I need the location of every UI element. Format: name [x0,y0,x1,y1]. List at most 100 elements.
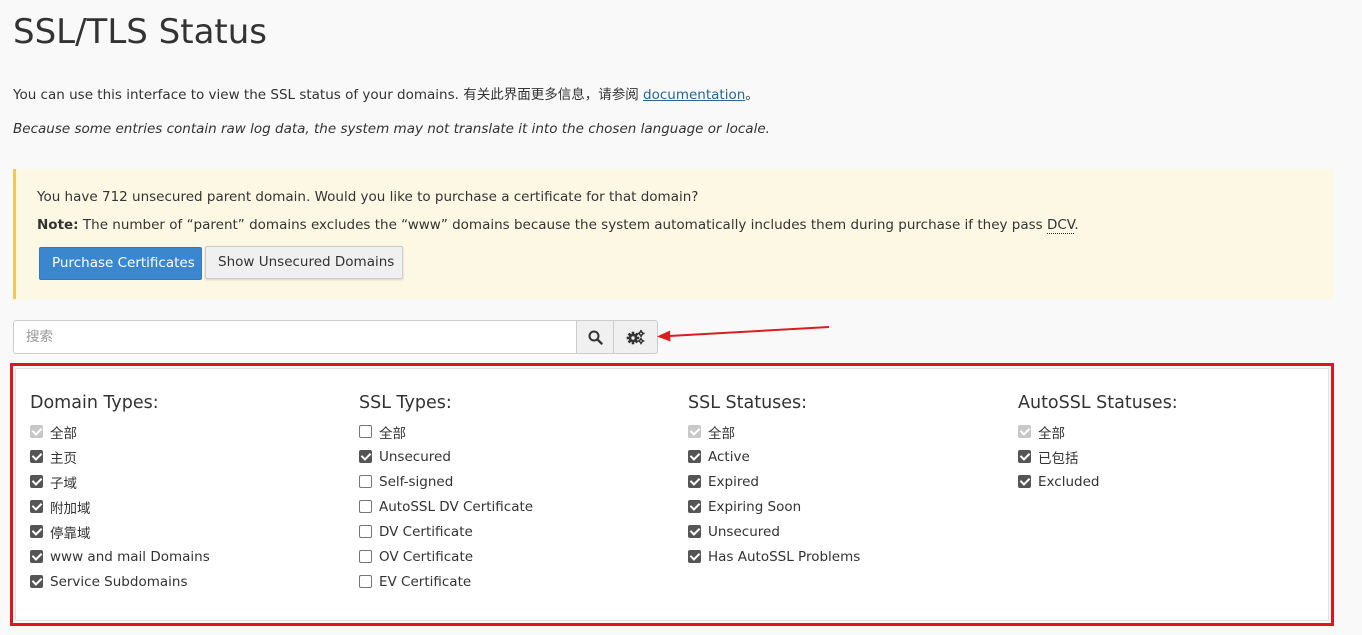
checkbox [30,450,43,463]
checkbox [359,575,372,588]
checkbox [688,450,701,463]
ssl-statuses-group: SSL Statuses: 全部 Active Expired Expiring… [688,393,860,569]
intro-text: You can use this interface to view the S… [13,83,759,103]
checkbox [30,575,43,588]
domain-type-option[interactable]: 附加域 [30,494,210,519]
ssl-status-option[interactable]: Unsecured [688,519,860,544]
checkbox [688,475,701,488]
option-label: 全部 [1038,425,1065,442]
checkbox [688,525,701,538]
domain-type-option[interactable]: 全部 [30,419,210,444]
autossl-status-option[interactable]: 已包括 [1018,444,1178,469]
autossl-statuses-group: AutoSSL Statuses: 全部 已包括 Excluded [1018,393,1178,494]
documentation-link[interactable]: documentation [643,87,745,103]
ssl-type-option[interactable]: AutoSSL DV Certificate [359,494,533,519]
option-label: Has AutoSSL Problems [708,548,861,565]
ssl-type-option[interactable]: EV Certificate [359,569,533,594]
checkbox [1018,425,1031,438]
ssl-status-option[interactable]: Expiring Soon [688,494,860,519]
intro-text-end: 。 [745,87,759,103]
option-label: OV Certificate [379,548,474,565]
page-title: SSL/TLS Status [13,12,268,52]
search-bar [13,320,658,354]
red-arrow-annotation [657,326,830,342]
checkbox [30,550,43,563]
gears-icon [626,329,645,345]
domain-types-group: Domain Types: 全部 主页 子域 附加域 停靠域 www and m… [30,393,210,594]
search-button[interactable] [576,320,614,354]
alert-note-text: The number of “parent” domains excludes … [78,217,1047,233]
ssl-status-option[interactable]: Active [688,444,860,469]
checkbox [688,500,701,513]
ssl-types-group: SSL Types: 全部 Unsecured Self-signed Auto… [359,393,533,594]
ssl-statuses-heading: SSL Statuses: [688,393,808,413]
domain-type-option[interactable]: Service Subdomains [30,569,210,594]
option-label: Active [708,448,750,465]
option-label: Self-signed [379,473,454,490]
option-label: EV Certificate [379,573,472,590]
alert-note: Note: The number of “parent” domains exc… [37,217,1079,234]
option-label: Expiring Soon [708,498,802,515]
option-label: 主页 [50,450,77,467]
alert-note-end: . [1074,217,1079,233]
option-label: Unsecured [708,523,780,540]
ssl-type-option[interactable]: OV Certificate [359,544,533,569]
option-label: 已包括 [1038,450,1079,467]
checkbox [30,475,43,488]
domain-type-option[interactable]: 主页 [30,444,210,469]
option-label: Expired [708,473,759,490]
option-label: 全部 [708,425,735,442]
checkbox [1018,450,1031,463]
ssl-status-option[interactable]: 全部 [688,419,860,444]
checkbox [1018,475,1031,488]
ssl-type-option[interactable]: Self-signed [359,469,533,494]
checkbox [30,425,43,438]
ssl-type-option[interactable]: Unsecured [359,444,533,469]
ssl-types-heading: SSL Types: [359,393,452,413]
option-label: 全部 [50,425,77,442]
option-label: 全部 [379,425,406,442]
domain-type-option[interactable]: 停靠域 [30,519,210,544]
option-label: www and mail Domains [50,548,210,565]
option-label: 停靠域 [50,525,91,542]
checkbox [30,525,43,538]
show-unsecured-domains-button[interactable]: Show Unsecured Domains [205,246,403,279]
option-label: DV Certificate [379,523,473,540]
filter-settings-button[interactable] [613,320,658,354]
checkbox [359,425,372,438]
domain-types-heading: Domain Types: [30,393,159,413]
filter-panel: Domain Types: 全部 主页 子域 附加域 停靠域 www and m… [15,368,1329,621]
unsecured-domains-alert: You have 712 unsecured parent domain. Wo… [13,169,1333,299]
alert-message: You have 712 unsecured parent domain. Wo… [37,189,699,205]
purchase-certificates-button[interactable]: Purchase Certificates [39,247,202,280]
alert-note-label: Note: [37,217,79,233]
checkbox [359,475,372,488]
domain-type-option[interactable]: 子域 [30,469,210,494]
checkbox [30,500,43,513]
checkbox [359,450,372,463]
option-label: Service Subdomains [50,573,188,590]
ssl-status-option[interactable]: Expired [688,469,860,494]
checkbox [359,525,372,538]
checkbox [688,550,701,563]
option-label: 子域 [50,475,77,492]
domain-type-option[interactable]: www and mail Domains [30,544,210,569]
ssl-type-option[interactable]: DV Certificate [359,519,533,544]
autossl-status-option[interactable]: Excluded [1018,469,1178,494]
option-label: Excluded [1038,473,1100,490]
dcv-abbr: DCV [1046,217,1075,234]
checkbox [688,425,701,438]
checkbox [359,500,372,513]
intro-text-body: You can use this interface to view the S… [13,87,644,103]
search-input[interactable] [13,320,577,354]
option-label: 附加域 [50,500,91,517]
ssl-status-option[interactable]: Has AutoSSL Problems [688,544,860,569]
option-label: Unsecured [379,448,451,465]
autossl-status-option[interactable]: 全部 [1018,419,1178,444]
search-icon [588,330,603,345]
autossl-statuses-heading: AutoSSL Statuses: [1018,393,1178,413]
option-label: AutoSSL DV Certificate [379,498,534,515]
ssl-type-option[interactable]: 全部 [359,419,533,444]
checkbox [359,550,372,563]
translation-note: Because some entries contain raw log dat… [13,121,770,137]
